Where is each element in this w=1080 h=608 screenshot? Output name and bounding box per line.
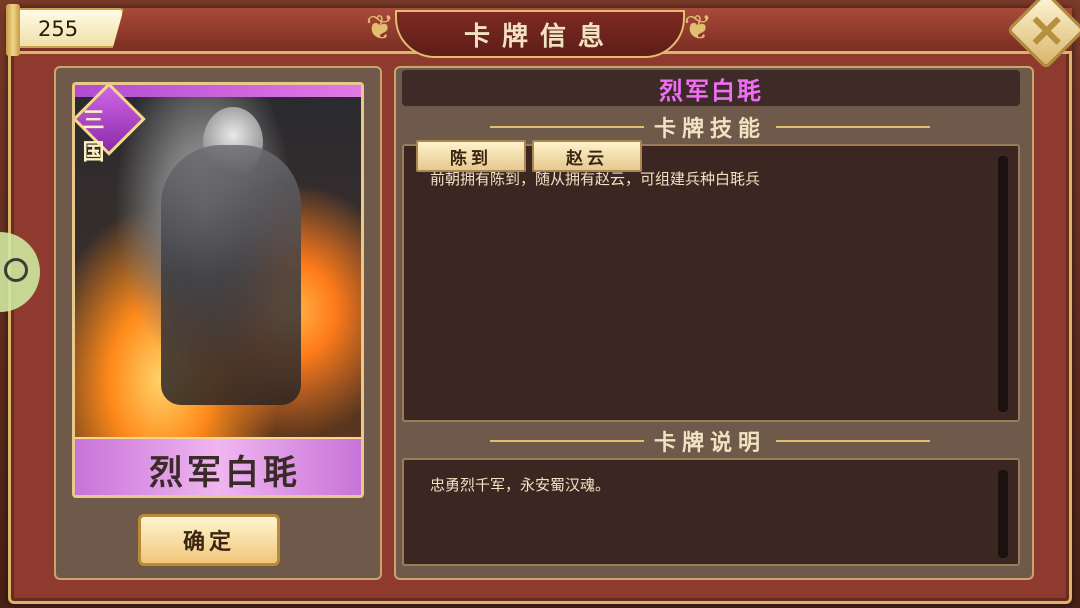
resource-counter: 255 xyxy=(12,8,124,48)
general-chip-label: 赵云 xyxy=(566,148,608,169)
general-chip-2[interactable]: 赵云 xyxy=(532,140,642,172)
card-name: 烈军白毦 xyxy=(149,453,301,493)
description-section-label: 卡牌说明 xyxy=(654,430,767,456)
skill-box: 前朝拥有陈到，随从拥有赵云，可组建兵种白毦兵 xyxy=(402,144,1020,422)
scroll-post-icon xyxy=(6,4,20,56)
dialog-title: 卡牌信息 xyxy=(463,21,616,52)
description-section-title: 卡牌说明 xyxy=(480,426,940,456)
warrior-figure xyxy=(161,145,301,405)
dialog-title-plate: 卡牌信息 xyxy=(395,10,685,58)
info-card-name: 烈军白毦 xyxy=(659,75,763,105)
description-box: 忠勇烈千军，永安蜀汉魂。 xyxy=(402,458,1020,566)
confirm-label: 确定 xyxy=(182,529,235,555)
card-name-bar: 烈军白毦 xyxy=(402,70,1020,106)
description-scrollbar[interactable] xyxy=(998,470,1008,558)
general-chip-label: 陈到 xyxy=(450,148,492,169)
gamepad-icon xyxy=(4,258,28,282)
confirm-button[interactable]: 确定 xyxy=(138,514,280,566)
resource-value: 255 xyxy=(38,17,79,41)
skill-scrollbar[interactable] xyxy=(998,156,1008,412)
description-text: 忠勇烈千军，永安蜀汉魂。 xyxy=(430,476,611,494)
faction-badge-label: 三国 xyxy=(82,107,105,166)
general-chip-1[interactable]: 陈到 xyxy=(416,140,526,172)
skill-section-title: 卡牌技能 xyxy=(480,112,940,142)
card-image: 三国 烈军白毦 xyxy=(72,82,364,498)
skill-section-label: 卡牌技能 xyxy=(654,116,767,142)
card-name-band: 烈军白毦 xyxy=(75,437,361,495)
